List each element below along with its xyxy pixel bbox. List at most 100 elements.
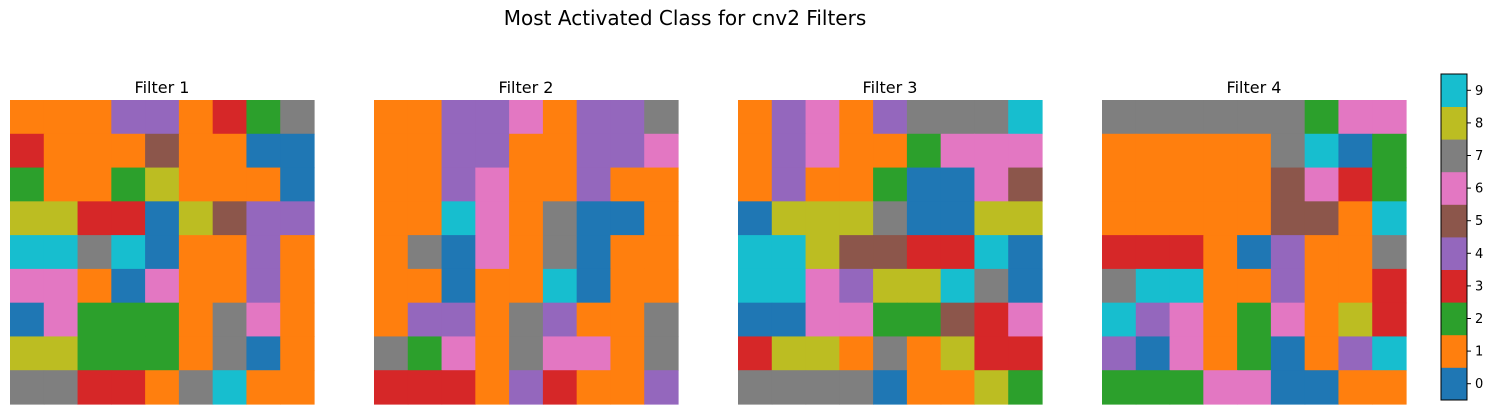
heatmap-cell bbox=[1203, 302, 1238, 338]
heatmap-cell bbox=[610, 336, 645, 371]
heatmap-cell bbox=[111, 268, 146, 304]
heatmap-cell bbox=[77, 268, 112, 304]
heatmap-cell bbox=[1169, 336, 1204, 371]
heatmap-cell bbox=[974, 133, 1009, 169]
heatmap-cell bbox=[475, 167, 510, 202]
colorbar-segment bbox=[1441, 237, 1467, 270]
heatmap-cell bbox=[246, 268, 281, 304]
heatmap-cell bbox=[738, 167, 773, 202]
heatmap-cell bbox=[1372, 302, 1407, 338]
heatmap-cell bbox=[940, 268, 976, 304]
heatmap-cell bbox=[974, 235, 1009, 270]
heatmap-cell bbox=[576, 268, 612, 304]
heatmap-cell bbox=[441, 235, 476, 270]
heatmap-cell bbox=[1169, 133, 1204, 169]
heatmap-cell bbox=[1102, 133, 1137, 169]
heatmap-cell bbox=[805, 167, 840, 202]
heatmap-cell bbox=[873, 302, 908, 338]
heatmap-cell bbox=[1102, 235, 1137, 270]
heatmap-cell bbox=[246, 336, 281, 371]
heatmap-cell bbox=[246, 302, 281, 338]
heatmap-cell bbox=[509, 370, 544, 405]
heatmap-cell bbox=[509, 336, 544, 371]
heatmap-cell bbox=[805, 235, 840, 270]
heatmap-cell bbox=[407, 167, 443, 202]
heatmap-cell bbox=[1169, 167, 1204, 202]
heatmap-cell bbox=[1304, 133, 1340, 169]
panel-filter-4: Filter 4 bbox=[1102, 78, 1407, 405]
heatmap-cell bbox=[1237, 235, 1272, 270]
heatmap-grid bbox=[738, 100, 1043, 405]
heatmap-cell bbox=[43, 370, 79, 405]
heatmap-cell bbox=[280, 201, 315, 236]
colorbar-tick-label: 7 bbox=[1475, 149, 1483, 164]
heatmap-cell bbox=[111, 100, 146, 135]
heatmap-cell bbox=[111, 302, 146, 338]
heatmap-cell bbox=[805, 100, 840, 135]
heatmap-cell bbox=[839, 235, 874, 270]
heatmap-cell bbox=[940, 100, 976, 135]
heatmap-cell bbox=[1237, 336, 1272, 371]
heatmap-cell bbox=[1304, 302, 1340, 338]
heatmap-cell bbox=[1338, 201, 1373, 236]
heatmap-cell bbox=[1372, 370, 1407, 405]
heatmap-cell bbox=[576, 201, 612, 236]
panel-filter-1: Filter 1 bbox=[10, 78, 315, 405]
heatmap-cell bbox=[43, 336, 79, 371]
colorbar: 0 1 2 3 4 5 6 7 8 9 bbox=[1440, 73, 1483, 401]
heatmap-cell bbox=[475, 133, 510, 169]
heatmap-cell bbox=[1338, 100, 1373, 135]
panel-filter-2: Filter 2 bbox=[374, 78, 679, 405]
heatmap-cell bbox=[1008, 167, 1043, 202]
heatmap-cell bbox=[873, 268, 908, 304]
heatmap-cell bbox=[509, 167, 544, 202]
heatmap-cell bbox=[1372, 201, 1407, 236]
heatmap-cell bbox=[839, 100, 874, 135]
heatmap-cell bbox=[43, 100, 79, 135]
heatmap-cell bbox=[145, 302, 180, 338]
heatmap-cell bbox=[771, 336, 807, 371]
heatmap-cell bbox=[212, 336, 248, 371]
colorbar-segment bbox=[1441, 269, 1467, 303]
heatmap-cell bbox=[1203, 235, 1238, 270]
heatmap-cell bbox=[873, 167, 908, 202]
heatmap-cell bbox=[738, 302, 773, 338]
heatmap-cell bbox=[374, 370, 409, 405]
heatmap-cell bbox=[610, 235, 645, 270]
heatmap-cell bbox=[407, 370, 443, 405]
heatmap-cell bbox=[145, 133, 180, 169]
heatmap-cell bbox=[1237, 370, 1272, 405]
colorbar-segment bbox=[1441, 139, 1467, 173]
colorbar-tick-label: 1 bbox=[1475, 345, 1483, 360]
colorbar-tick-label: 9 bbox=[1475, 84, 1483, 99]
heatmap-cell bbox=[940, 167, 976, 202]
heatmap-cell bbox=[771, 302, 807, 338]
colorbar-tick-label: 2 bbox=[1475, 312, 1483, 327]
heatmap-cell bbox=[246, 370, 281, 405]
heatmap-cell bbox=[974, 167, 1009, 202]
heatmap-cell bbox=[246, 235, 281, 270]
heatmap-cell bbox=[542, 100, 578, 135]
heatmap-cell bbox=[1102, 370, 1137, 405]
heatmap-cell bbox=[940, 336, 976, 371]
heatmap-cell bbox=[178, 235, 214, 270]
heatmap-cell bbox=[145, 235, 180, 270]
heatmap-cell bbox=[1304, 201, 1340, 236]
heatmap-cell bbox=[644, 336, 679, 371]
heatmap-cell bbox=[644, 302, 679, 338]
heatmap-cell bbox=[1237, 302, 1272, 338]
heatmap-cell bbox=[873, 100, 908, 135]
heatmap-cell bbox=[212, 302, 248, 338]
heatmap-cell bbox=[178, 370, 214, 405]
heatmap-cell bbox=[509, 268, 544, 304]
heatmap-cell bbox=[1135, 235, 1171, 270]
heatmap-cell bbox=[1237, 133, 1272, 169]
heatmap-cell bbox=[610, 201, 645, 236]
heatmap-cell bbox=[906, 336, 942, 371]
heatmap-cell bbox=[145, 100, 180, 135]
heatmap-cell bbox=[212, 100, 248, 135]
heatmap-cell bbox=[10, 268, 45, 304]
heatmap-cell bbox=[1008, 235, 1043, 270]
heatmap-grid bbox=[1102, 100, 1407, 405]
heatmap-cell bbox=[1270, 201, 1306, 236]
